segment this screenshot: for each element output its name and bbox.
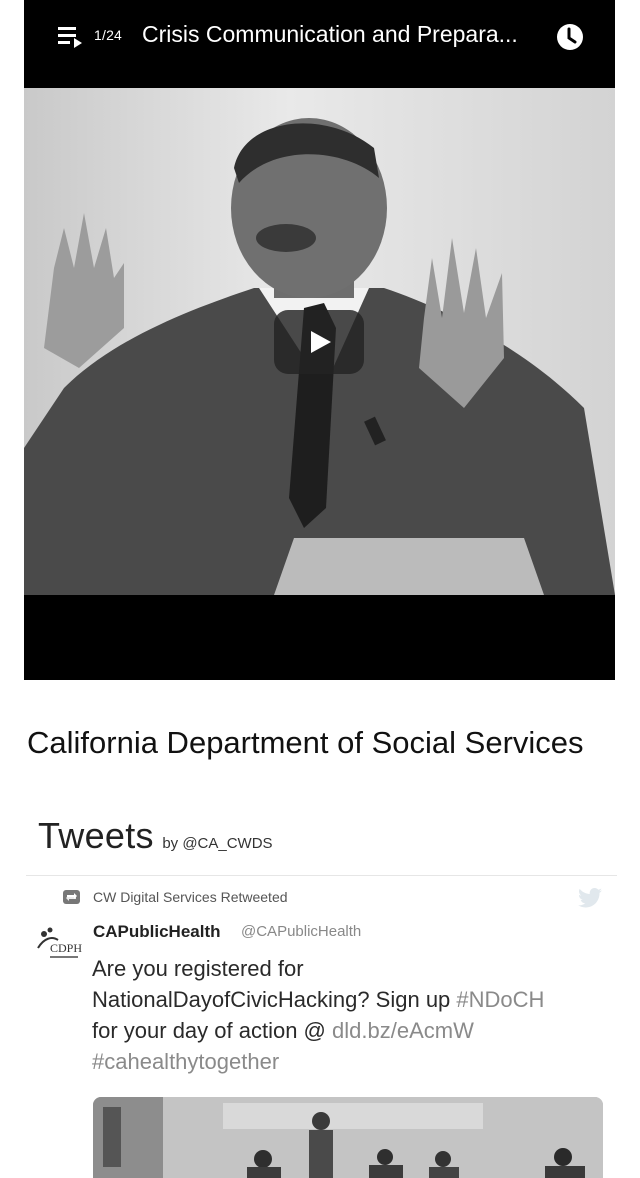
tweet-text-line: NationalDayofCivicHacking? Sign up (92, 987, 457, 1012)
playlist-position: 1/24 (94, 27, 123, 43)
avatar-logo-text: CDPH (50, 941, 82, 955)
player-title-bar: 1/24 Crisis Communication and Prepara... (24, 0, 615, 88)
tweets-header: Tweets by @CA_CWDS (38, 815, 273, 857)
video-player[interactable]: 1/24 Crisis Communication and Prepara... (24, 0, 615, 680)
tweet-author-handle[interactable]: @CAPublicHealth (241, 923, 361, 940)
retweet-icon (63, 890, 80, 904)
avatar[interactable]: CDPH (36, 922, 82, 962)
hashtag-link[interactable]: #NDoCH (456, 987, 544, 1012)
player-bottom-bar (24, 595, 615, 680)
play-button[interactable] (274, 310, 364, 374)
twitter-bird-icon[interactable] (578, 888, 602, 908)
url-link[interactable]: dld.bz/eAcmW (332, 1018, 474, 1043)
page-title: California Department of Social Services (27, 725, 584, 760)
playlist-icon[interactable] (58, 24, 84, 50)
tweet-text-line: Are you registered for (92, 956, 304, 981)
tweets-by-handle[interactable]: by @CA_CWDS (162, 835, 272, 852)
tweets-title: Tweets (38, 815, 154, 856)
tweet-media-image[interactable] (93, 1097, 603, 1178)
play-icon (311, 331, 331, 353)
retweet-context[interactable]: CW Digital Services Retweeted (93, 889, 288, 905)
hashtag-link[interactable]: #cahealthytogether (92, 1049, 279, 1074)
event-photo (93, 1097, 603, 1178)
tweet-author-name[interactable]: CAPublicHealth (93, 922, 221, 942)
video-title[interactable]: Crisis Communication and Prepara... (142, 21, 552, 48)
clock-icon[interactable] (555, 22, 585, 52)
tweet-text-line: for your day of action @ (92, 1018, 333, 1043)
divider (26, 875, 617, 876)
tweet-text: Are you registered for NationalDayofCivi… (92, 953, 612, 1077)
